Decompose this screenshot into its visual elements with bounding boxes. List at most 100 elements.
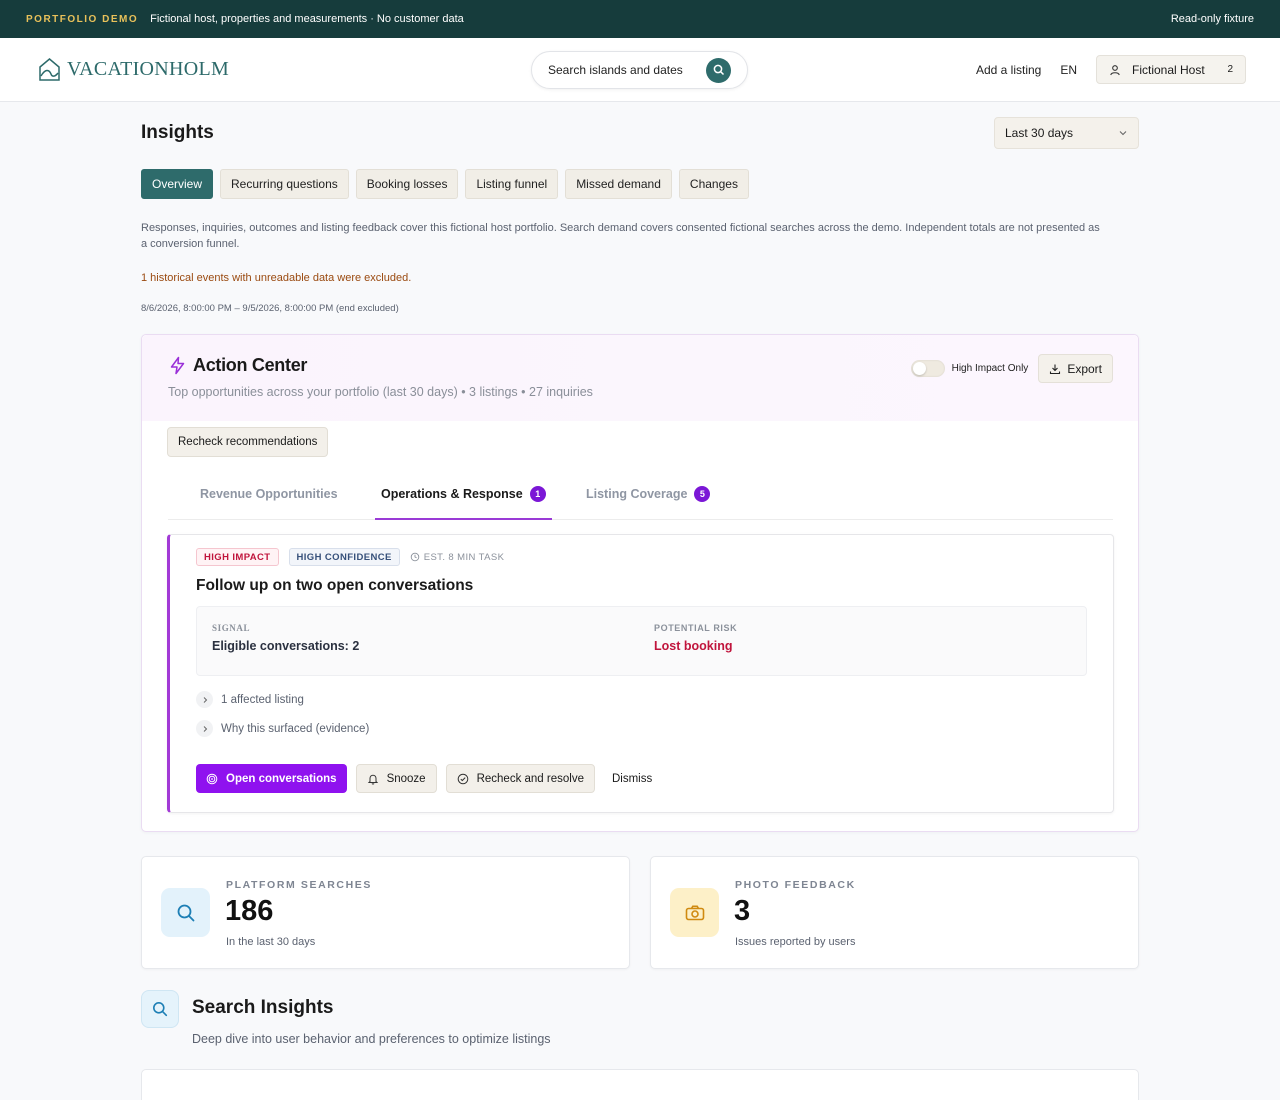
risk-value: Lost booking bbox=[654, 639, 733, 653]
recheck-resolve-button[interactable]: Recheck and resolve bbox=[445, 764, 595, 793]
language-switch[interactable]: EN bbox=[1060, 63, 1077, 77]
stat-label: PHOTO FEEDBACK bbox=[735, 879, 856, 891]
target-icon bbox=[206, 773, 218, 784]
tab-booking-losses[interactable]: Booking losses bbox=[355, 169, 459, 199]
insights-page: Insights Last 30 days Overview Recurring… bbox=[141, 101, 1139, 1100]
recommendation-card: HIGH IMPACT HIGH CONFIDENCE EST. 8 MIN T… bbox=[167, 534, 1114, 813]
demo-tag: PORTFOLIO DEMO bbox=[26, 13, 139, 25]
impact-chip: HIGH IMPACT bbox=[196, 548, 279, 566]
camera-icon bbox=[685, 905, 704, 920]
dismiss-button[interactable]: Dismiss bbox=[604, 764, 660, 793]
read-only-note: Read-only fixture bbox=[1170, 13, 1254, 25]
signal-label: SIGNAL bbox=[212, 623, 251, 633]
tab-label: Revenue Opportunities bbox=[200, 487, 338, 501]
tab-count-badge: 1 bbox=[529, 486, 546, 502]
button-label: Open conversations bbox=[226, 772, 337, 785]
search-icon bbox=[177, 904, 194, 921]
stat-icon-box bbox=[670, 888, 719, 937]
search-icon bbox=[713, 64, 724, 76]
recommendation-title: Follow up on two open conversations bbox=[196, 577, 474, 594]
stat-icon-box bbox=[161, 888, 210, 937]
chevron-down-icon bbox=[1119, 131, 1127, 136]
estimate-chip: EST. 8 MIN TASK bbox=[410, 548, 505, 566]
stat-caption: Issues reported by users bbox=[735, 936, 856, 948]
action-center: Action Center Top opportunities across y… bbox=[141, 334, 1139, 832]
stat-value: 186 bbox=[225, 895, 274, 927]
user-icon bbox=[1110, 64, 1120, 75]
risk-label: POTENTIAL RISK bbox=[654, 623, 738, 633]
add-listing-link[interactable]: Add a listing bbox=[976, 63, 1041, 77]
tab-listing-coverage[interactable]: Listing Coverage 5 bbox=[586, 486, 711, 520]
brand-name: VACATIONHOLM bbox=[67, 58, 230, 80]
search-icon bbox=[153, 1002, 168, 1017]
lightning-icon bbox=[170, 356, 185, 375]
demo-banner: PORTFOLIO DEMO Fictional host, propertie… bbox=[0, 0, 1280, 38]
action-center-title: Action Center bbox=[193, 355, 308, 375]
platform-searches-card: PLATFORM SEARCHES 186 In the last 30 day… bbox=[141, 856, 630, 969]
snooze-button[interactable]: Snooze bbox=[355, 764, 437, 793]
period-range: 8/6/2026, 8:00:00 PM – 9/5/2026, 8:00:00… bbox=[141, 303, 399, 314]
export-label: Export bbox=[1067, 361, 1102, 376]
affected-listing-expander[interactable]: 1 affected listing bbox=[196, 691, 304, 708]
button-label: Recheck and resolve bbox=[476, 772, 584, 785]
section-title: Search Insights bbox=[192, 997, 334, 1018]
evidence-expander[interactable]: Why this surfaced (evidence) bbox=[196, 720, 369, 737]
site-header: VACATIONHOLM Search islands and dates Ad… bbox=[0, 38, 1280, 102]
brand-logo[interactable]: VACATIONHOLM bbox=[38, 57, 229, 82]
action-center-tabs: Revenue Opportunities Operations & Respo… bbox=[168, 475, 1113, 520]
tab-operations-response[interactable]: Operations & Response 1 bbox=[375, 486, 552, 520]
stats-row: PLATFORM SEARCHES 186 In the last 30 day… bbox=[141, 856, 1139, 969]
tab-label: Operations & Response bbox=[381, 487, 523, 501]
action-center-subtitle: Top opportunities across your portfolio … bbox=[168, 385, 593, 399]
insights-tabs: Overview Recurring questions Booking los… bbox=[141, 169, 1139, 199]
search-insights-panel bbox=[141, 1069, 1139, 1100]
photo-feedback-card: PHOTO FEEDBACK 3 Issues reported by user… bbox=[650, 856, 1139, 969]
stat-caption: In the last 30 days bbox=[226, 936, 316, 948]
tab-changes[interactable]: Changes bbox=[678, 169, 749, 199]
bell-icon bbox=[367, 774, 378, 785]
estimate-text: EST. 8 MIN TASK bbox=[423, 551, 505, 563]
demo-description: Fictional host, properties and measureme… bbox=[150, 13, 464, 25]
button-label: Snooze bbox=[386, 772, 426, 785]
expander-label: Why this surfaced (evidence) bbox=[221, 722, 370, 735]
tab-label: Listing Coverage bbox=[586, 487, 688, 501]
download-icon bbox=[1050, 364, 1061, 374]
expander-label: 1 affected listing bbox=[221, 693, 304, 706]
search-bar[interactable]: Search islands and dates bbox=[531, 51, 748, 89]
export-button[interactable]: Export bbox=[1038, 354, 1113, 383]
date-range-select[interactable]: Last 30 days bbox=[994, 117, 1139, 149]
header-actions: Add a listing EN Fictional Host 2 bbox=[976, 55, 1246, 84]
chevron-right-icon bbox=[203, 696, 207, 703]
date-range-value: Last 30 days bbox=[1005, 126, 1074, 140]
intro-text: Responses, inquiries, outcomes and listi… bbox=[141, 222, 1100, 250]
tab-revenue-opportunities[interactable]: Revenue Opportunities bbox=[200, 487, 338, 520]
high-impact-label: High Impact Only bbox=[951, 363, 1029, 374]
signal-value: Eligible conversations: 2 bbox=[212, 639, 360, 653]
excluded-events-warning: 1 historical events with unreadable data… bbox=[141, 272, 412, 284]
search-label: Search islands and dates bbox=[548, 63, 683, 77]
wave-house-icon bbox=[39, 58, 60, 81]
tab-count-badge: 5 bbox=[694, 486, 711, 502]
stat-label: PLATFORM SEARCHES bbox=[226, 879, 373, 891]
user-count-badge: 2 bbox=[1227, 64, 1233, 75]
stat-value: 3 bbox=[734, 895, 751, 927]
confidence-chip: HIGH CONFIDENCE bbox=[288, 548, 400, 566]
chevron-right-icon bbox=[203, 725, 207, 732]
page-title: Insights bbox=[141, 122, 214, 143]
check-circle-icon bbox=[457, 773, 468, 784]
open-conversations-button[interactable]: Open conversations bbox=[196, 764, 347, 793]
user-menu-button[interactable]: Fictional Host 2 bbox=[1096, 55, 1246, 84]
tab-recurring-questions[interactable]: Recurring questions bbox=[220, 169, 349, 199]
tab-missed-demand[interactable]: Missed demand bbox=[565, 169, 672, 199]
tab-listing-funnel[interactable]: Listing funnel bbox=[465, 169, 559, 199]
clock-icon bbox=[410, 552, 419, 562]
tab-overview[interactable]: Overview bbox=[141, 169, 214, 199]
section-icon-box bbox=[141, 990, 179, 1028]
action-center-header: Action Center Top opportunities across y… bbox=[142, 335, 1138, 421]
signal-box: SIGNAL Eligible conversations: 2 POTENTI… bbox=[196, 606, 1087, 676]
user-name: Fictional Host bbox=[1132, 62, 1205, 77]
recheck-recommendations-button[interactable]: Recheck recommendations bbox=[167, 427, 329, 457]
section-subtitle: Deep dive into user behavior and prefere… bbox=[192, 1032, 551, 1046]
search-button[interactable] bbox=[706, 57, 731, 83]
high-impact-toggle[interactable] bbox=[910, 360, 945, 377]
